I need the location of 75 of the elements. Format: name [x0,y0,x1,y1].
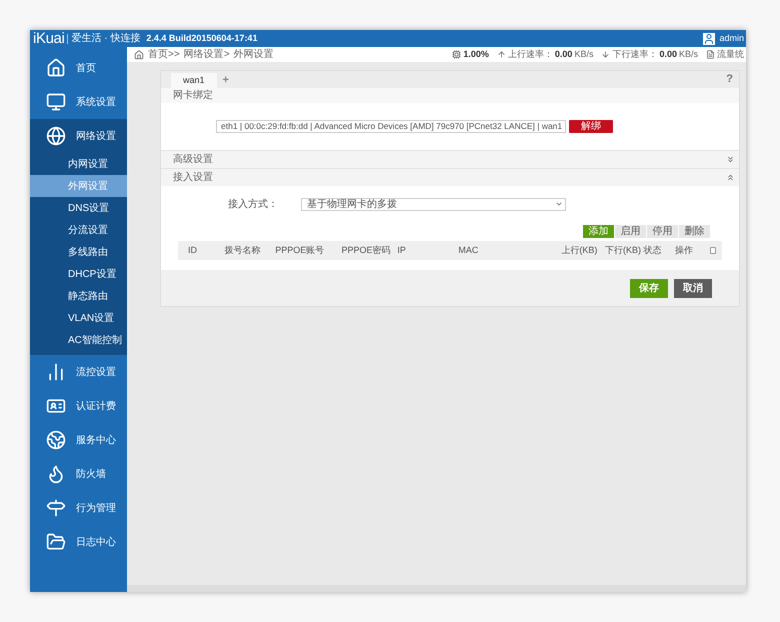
column-header: IP [397,244,407,257]
slogan: 爱生活 · 快连接 [67,34,146,44]
sidebar-item[interactable]: 系统设置 [30,85,127,119]
column-header: PPPOE密码 [342,244,392,257]
sidebar-item[interactable]: 日志中心 [30,525,127,559]
tab[interactable]: wan1 [171,73,217,88]
column-header: MAC [458,244,480,257]
status-value: 0.00 [554,48,572,61]
column-header: PPPOE账号 [275,244,326,257]
status-value: 1.00% [463,48,489,61]
toolbar-button[interactable]: 添加 [582,225,614,238]
sidebar-item[interactable]: 服务中心 [30,423,127,457]
section-header[interactable]: 高级设置 [161,150,739,168]
footer-button[interactable]: 取消 [674,278,712,298]
sidebar-item[interactable]: 流控设置 [30,355,127,389]
status-label: 上行速率： [508,48,553,61]
footer-button[interactable]: 保存 [630,278,668,298]
field-label: 接入方式： [228,198,279,212]
sidebar-subitem[interactable]: VLAN设置 [30,307,127,329]
user-icon [703,32,716,44]
column-header: 状态 [643,244,662,257]
status-unit: KB/s [574,48,594,61]
house-icon [46,58,66,78]
select-all-checkbox[interactable] [710,247,716,254]
up-arrow-icon [496,50,506,59]
add-tab-button[interactable]: + [216,73,235,88]
status-unit: KB/s [678,48,698,61]
breadcrumb-link[interactable]: 网络设置> [184,47,230,62]
column-header: 上行(KB) [561,244,598,257]
signpost-icon [46,498,66,518]
home-icon [134,50,144,60]
document-icon [706,50,715,59]
sidebar-subitem[interactable]: AC智能控制 [30,329,127,351]
unbind-button[interactable]: 解绑 [569,120,613,133]
column-header: 拨号名称 [224,244,262,257]
down-arrow-icon [601,50,610,59]
sidebar-item[interactable]: 认证计费 [30,389,127,423]
sidebar-item[interactable]: 网络设置 [30,119,127,153]
dropdown-chevron-icon [555,200,563,208]
column-header: 下行(KB) [604,244,642,257]
cpu-icon [452,50,462,59]
access-mode-select[interactable]: 基于物理网卡的多拨 [301,198,566,210]
horizontal-scrollbar[interactable] [127,585,746,592]
column-header: ID [188,244,198,257]
version-label: 2.4.4 Build20150604-17:41 [146,32,258,45]
collapse-icon [726,173,735,182]
help-button[interactable]: ? [726,71,733,88]
monitor-icon [46,92,66,112]
status-value: 0.00 [659,48,677,61]
sidebar-item[interactable]: 首页 [30,51,127,85]
section-header[interactable]: 接入设置 [161,168,739,186]
globe-window-icon [46,430,66,450]
expand-icon [726,155,735,164]
sidebar-item[interactable]: 防火墙 [30,457,127,491]
sidebar-subitem[interactable]: 分流设置 [30,219,127,241]
sidebar-subitem[interactable]: DNS设置 [30,197,127,219]
username[interactable]: admin [719,32,744,46]
status-label: 流量统 [717,48,744,61]
sidebar-subitem[interactable]: 多线路由 [30,241,127,263]
nic-select[interactable]: eth1 | 00:0c:29:fd:fb:dd | Advanced Micro Devices [AMD] 79c970 [PCnet32 LANCE] | wan1 [216,120,566,133]
sidebar-subitem[interactable]: DHCP设置 [30,263,127,285]
status-label: 下行速率： [612,48,658,61]
globe-icon [46,126,66,146]
sidebar-item[interactable]: 行为管理 [30,491,127,525]
section-header: 网卡绑定 [161,88,739,103]
toolbar-button[interactable]: 删除 [678,225,710,238]
toolbar-button[interactable]: 停用 [646,225,678,238]
sidebar-subitem[interactable]: 静态路由 [30,285,127,307]
breadcrumb-link[interactable]: 外网设置 [234,47,274,62]
breadcrumb-link[interactable]: 首页>> [148,47,180,62]
logo: iKuai [32,31,66,46]
column-header: 操作 [674,244,694,257]
toolbar-button[interactable]: 启用 [614,225,646,238]
folder-icon [46,532,66,552]
sidebar-subitem[interactable]: 内网设置 [30,153,127,175]
